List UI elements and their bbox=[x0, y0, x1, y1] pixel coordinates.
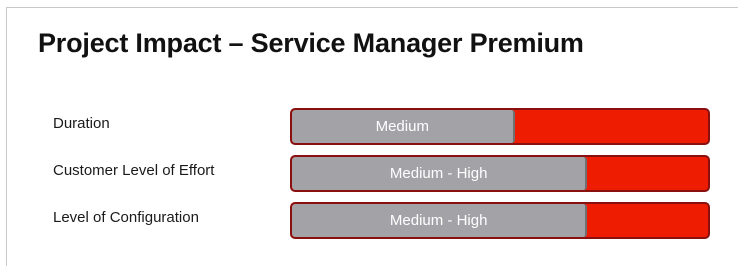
impact-value-label: Medium - High bbox=[389, 165, 488, 182]
impact-value-label: Medium bbox=[375, 118, 429, 135]
impact-value-label: Medium - High bbox=[389, 212, 488, 229]
row-label: Level of Configuration bbox=[53, 209, 199, 226]
impact-bar-fill: Medium - High bbox=[292, 204, 588, 237]
impact-bar: Medium - High bbox=[290, 155, 710, 192]
impact-bar-fill: Medium bbox=[292, 110, 515, 143]
page-title: Project Impact – Service Manager Premium bbox=[38, 28, 584, 58]
impact-bar: Medium - High bbox=[290, 202, 710, 239]
row-label: Duration bbox=[53, 115, 110, 132]
row-label: Customer Level of Effort bbox=[53, 162, 215, 179]
impact-bar-fill: Medium - High bbox=[292, 157, 588, 190]
impact-bar: Medium bbox=[290, 108, 710, 145]
